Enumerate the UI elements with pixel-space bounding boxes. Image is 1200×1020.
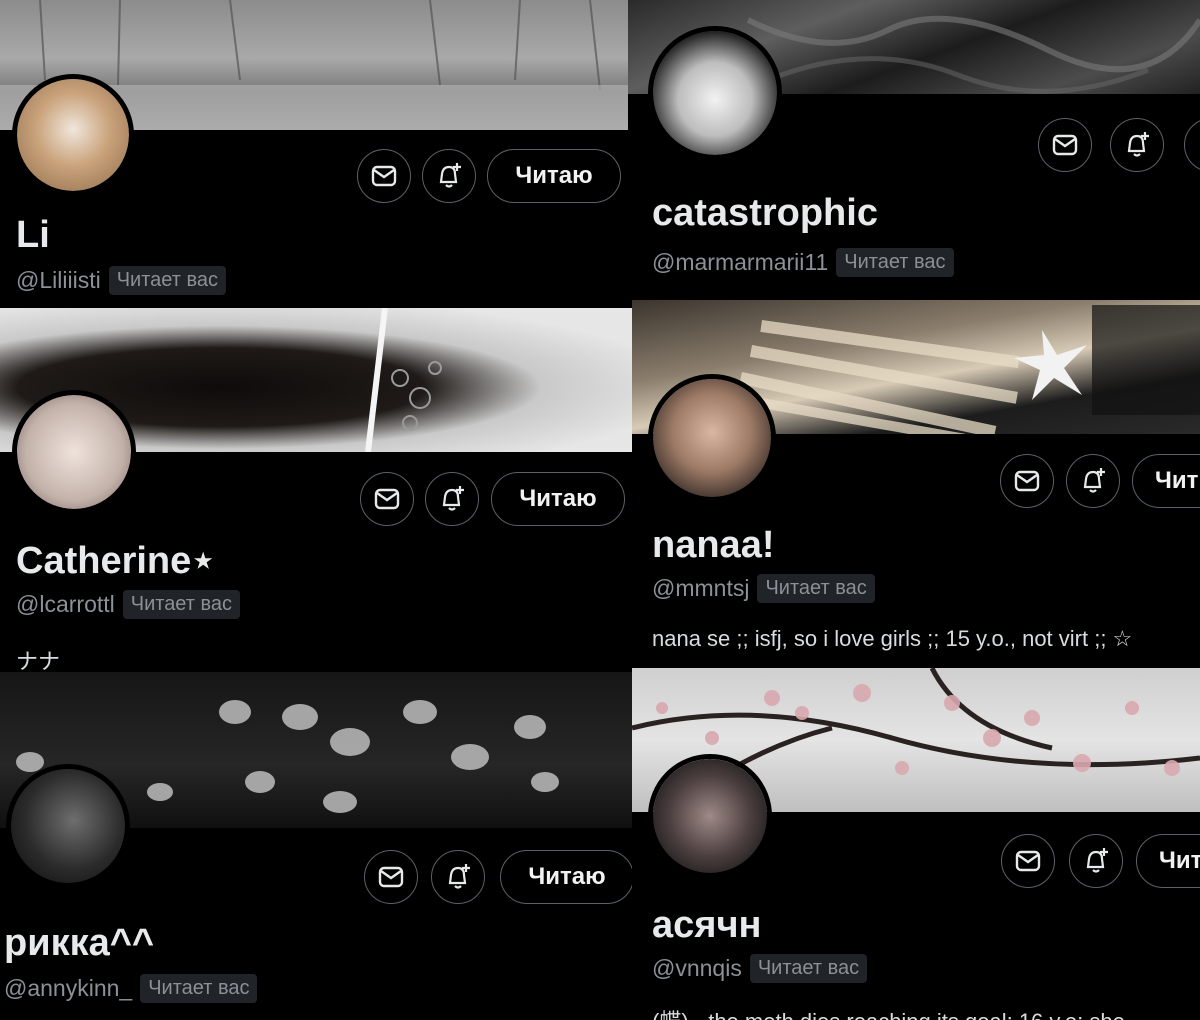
envelope-icon (1015, 850, 1041, 872)
profile-card-li: Читаю Li @Liliiisti Читает вас (0, 0, 628, 308)
profile-card-catastrophic: catastrophic @marmarmarii11 Читает вас (628, 0, 1200, 300)
notify-button[interactable] (1066, 454, 1120, 508)
notify-button[interactable] (431, 850, 485, 904)
profile-card-rikka: Читаю рикка^^ @annykinn_ Читает вас (0, 672, 632, 1020)
profile-handle: @vnnqis (652, 955, 742, 981)
message-button[interactable] (1000, 454, 1054, 508)
profile-name: nanaa! (652, 524, 775, 566)
notify-button[interactable] (1069, 834, 1123, 888)
envelope-icon (371, 165, 397, 187)
following-button[interactable] (1184, 118, 1200, 172)
avatar[interactable] (648, 26, 782, 160)
bell-plus-icon (1083, 468, 1105, 493)
profile-name: Li (16, 214, 50, 256)
avatar[interactable] (648, 374, 776, 502)
profile-name: Catherine⋆ (16, 540, 216, 582)
message-button[interactable] (1001, 834, 1055, 888)
message-button[interactable] (360, 472, 414, 526)
bell-plus-icon (1086, 848, 1108, 873)
avatar[interactable] (12, 74, 134, 196)
profile-card-nanaa: Чит nanaa! @mmntsj Читает вас nana se ;;… (632, 300, 1200, 668)
notify-button[interactable] (425, 472, 479, 526)
profile-card-asyachn: Чит асячн @vnnqis Читает вас (蝶) - the m… (632, 668, 1200, 1020)
notify-button[interactable] (1110, 118, 1164, 172)
following-button[interactable]: Читаю (487, 149, 621, 203)
message-button[interactable] (364, 850, 418, 904)
message-button[interactable] (1038, 118, 1092, 172)
profile-handle: @lcarrottl (16, 591, 115, 617)
envelope-icon (378, 866, 404, 888)
bell-plus-icon (448, 864, 470, 889)
follows-you-badge: Читает вас (836, 248, 954, 277)
avatar[interactable] (648, 754, 772, 878)
profile-handle: @mmntsj (652, 575, 750, 601)
notify-button[interactable] (422, 149, 476, 203)
envelope-icon (1014, 470, 1040, 492)
profile-bio: (蝶) - the moth dies reaching its goal; 1… (652, 1004, 1125, 1020)
following-button[interactable]: Читаю (491, 472, 625, 526)
envelope-icon (1052, 134, 1078, 156)
avatar[interactable] (12, 390, 136, 514)
bell-plus-icon (1127, 132, 1149, 157)
profile-handle: @Liliiisti (16, 267, 101, 293)
following-button[interactable]: Чит (1136, 834, 1200, 888)
profile-handle: @marmarmarii11 (652, 249, 829, 275)
avatar[interactable] (6, 764, 130, 888)
profile-name: рикка^^ (4, 922, 155, 964)
following-button[interactable]: Чит (1132, 454, 1200, 508)
follows-you-badge: Читает вас (108, 266, 226, 295)
profile-bio: ナナ (16, 649, 61, 672)
following-button[interactable]: Читаю (500, 850, 632, 904)
profile-name: catastrophic (652, 192, 878, 234)
profile-bio: nana se ;; isfj, so i love girls ;; 15 y… (652, 626, 1133, 651)
follows-you-badge: Читает вас (757, 574, 875, 603)
follows-you-badge: Читает вас (122, 590, 241, 619)
bell-plus-icon (439, 163, 461, 188)
message-button[interactable] (357, 149, 411, 203)
follows-you-badge: Читает вас (749, 954, 868, 983)
envelope-icon (374, 488, 400, 510)
follows-you-badge: Читает вас (140, 974, 258, 1003)
bell-plus-icon (442, 486, 464, 511)
profile-card-catherine: Читаю Catherine⋆ @lcarrottl Читает вас ナ… (0, 308, 632, 672)
profile-handle: @annykinn_ (4, 975, 133, 1001)
profile-name: асячн (652, 904, 762, 946)
